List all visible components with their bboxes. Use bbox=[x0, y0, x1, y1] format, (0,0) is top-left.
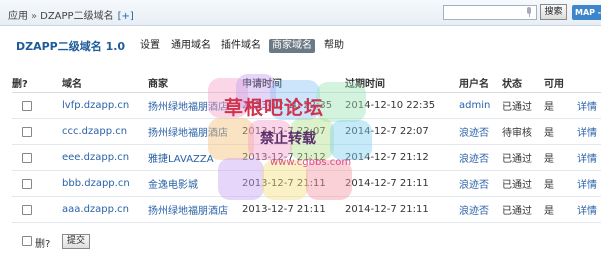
available-text: 是 bbox=[544, 102, 554, 113]
table-row: lvfp.dzapp.cn 扬州绿地福朋酒店 2013-12-10 22:35 … bbox=[12, 93, 601, 119]
nav-merchant-domain[interactable]: 商家域名 bbox=[269, 39, 315, 53]
expire-time: 2014-12-10 22:35 bbox=[345, 100, 436, 111]
col-status: 状态 bbox=[502, 79, 522, 90]
details-link[interactable]: 详情 bbox=[577, 93, 597, 118]
apply-time: 2013-12-7 22:07 bbox=[242, 126, 326, 137]
domain-link[interactable]: eee.dzapp.cn bbox=[62, 145, 129, 170]
domain-table: 删? 域名 商家 申请时间 过期时间 用户名 状态 可用 lvfp.dzapp.… bbox=[12, 73, 601, 223]
expire-time: 2014-12-7 22:07 bbox=[345, 126, 429, 137]
available-text: 是 bbox=[544, 128, 554, 139]
table-row: eee.dzapp.cn 雅捷LAVAZZA 2013-12-7 21:12 2… bbox=[12, 145, 601, 171]
apply-time: 2013-12-7 21:12 bbox=[242, 152, 326, 163]
microphone-icon[interactable] bbox=[526, 7, 532, 18]
merchant-link[interactable]: 扬州绿地福朋酒店 bbox=[148, 93, 228, 118]
expire-time: 2014-12-7 21:11 bbox=[345, 204, 429, 215]
col-delete: 删? bbox=[12, 79, 28, 90]
status-text: 待审核 bbox=[502, 128, 532, 139]
details-link[interactable]: 详情 bbox=[577, 119, 597, 144]
row-delete-checkbox[interactable] bbox=[22, 152, 32, 163]
apply-time: 2013-12-7 21:11 bbox=[242, 204, 326, 215]
domain-link[interactable]: lvfp.dzapp.cn bbox=[62, 93, 129, 118]
table-row: aaa.dzapp.cn 扬州绿地福朋酒店 2013-12-7 21:11 20… bbox=[12, 197, 601, 223]
username-link[interactable]: 浪迹否 bbox=[459, 145, 489, 170]
available-text: 是 bbox=[544, 154, 554, 165]
details-link[interactable]: 详情 bbox=[577, 171, 597, 196]
domain-link[interactable]: ccc.dzapp.cn bbox=[62, 119, 127, 144]
available-text: 是 bbox=[544, 180, 554, 191]
table-row: ccc.dzapp.cn 扬州绿地福朋酒店 2013-12-7 22:07 20… bbox=[12, 119, 601, 145]
map-button[interactable]: MAP - bbox=[572, 5, 601, 20]
nav-plugin-domain[interactable]: 插件域名 bbox=[221, 39, 261, 53]
merchant-link[interactable]: 金逸电影城 bbox=[148, 171, 198, 196]
nav-general-domain[interactable]: 通用域名 bbox=[171, 39, 211, 53]
status-text: 已通过 bbox=[502, 154, 532, 165]
col-available: 可用 bbox=[544, 79, 564, 90]
domain-link[interactable]: aaa.dzapp.cn bbox=[62, 197, 129, 222]
table-header: 删? 域名 商家 申请时间 过期时间 用户名 状态 可用 bbox=[12, 73, 601, 93]
username-link[interactable]: admin bbox=[459, 93, 490, 118]
breadcrumb-current[interactable]: DZAPP二级域名 bbox=[40, 11, 113, 22]
expire-time: 2014-12-7 21:12 bbox=[345, 152, 429, 163]
expire-time: 2014-12-7 21:11 bbox=[345, 178, 429, 189]
details-link[interactable]: 详情 bbox=[577, 145, 597, 170]
top-bar: 应用» DZAPP二级域名 [+] 搜索 MAP - bbox=[0, 0, 601, 26]
username-link[interactable]: 浪迹否 bbox=[459, 197, 489, 222]
add-shortcut-link[interactable]: [+] bbox=[118, 11, 134, 22]
breadcrumb: 应用» DZAPP二级域名 [+] bbox=[8, 7, 134, 22]
submit-button[interactable]: 提交 bbox=[62, 234, 90, 249]
status-text: 已通过 bbox=[502, 206, 532, 217]
breadcrumb-separator: » bbox=[31, 11, 38, 22]
available-text: 是 bbox=[544, 206, 554, 217]
table-row: bbb.dzapp.cn 金逸电影城 2013-12-7 21:11 2014-… bbox=[12, 171, 601, 197]
nav-settings[interactable]: 设置 bbox=[140, 39, 160, 53]
status-text: 已通过 bbox=[502, 102, 532, 113]
search-input-wrapper bbox=[443, 5, 537, 20]
col-merchant: 商家 bbox=[148, 79, 168, 90]
apply-time: 2013-12-7 21:11 bbox=[242, 178, 326, 189]
merchant-link[interactable]: 雅捷LAVAZZA bbox=[148, 145, 214, 170]
page-title: DZAPP二级域名 1.0 bbox=[16, 40, 126, 53]
col-domain: 域名 bbox=[62, 79, 82, 90]
col-expire-time: 过期时间 bbox=[345, 79, 385, 90]
username-link[interactable]: 浪迹否 bbox=[459, 119, 489, 144]
row-delete-checkbox[interactable] bbox=[22, 100, 32, 111]
col-username: 用户名 bbox=[459, 79, 489, 90]
domain-link[interactable]: bbb.dzapp.cn bbox=[62, 171, 130, 196]
search-button[interactable]: 搜索 bbox=[540, 4, 567, 20]
breadcrumb-root-link[interactable]: 应用 bbox=[8, 11, 28, 22]
status-text: 已通过 bbox=[502, 180, 532, 191]
row-delete-checkbox[interactable] bbox=[22, 204, 32, 215]
username-link[interactable]: 浪迹否 bbox=[459, 171, 489, 196]
col-apply-time: 申请时间 bbox=[242, 79, 282, 90]
select-all-checkbox[interactable] bbox=[22, 236, 32, 246]
nav-help[interactable]: 帮助 bbox=[324, 39, 344, 53]
select-all-label: 删? bbox=[35, 239, 51, 250]
row-delete-checkbox[interactable] bbox=[22, 126, 32, 137]
merchant-link[interactable]: 扬州绿地福朋酒店 bbox=[148, 197, 228, 222]
search-input[interactable] bbox=[444, 6, 522, 19]
row-delete-checkbox[interactable] bbox=[22, 178, 32, 189]
details-link[interactable]: 详情 bbox=[577, 197, 597, 222]
apply-time: 2013-12-10 22:35 bbox=[242, 100, 333, 111]
merchant-link[interactable]: 扬州绿地福朋酒店 bbox=[148, 119, 228, 144]
